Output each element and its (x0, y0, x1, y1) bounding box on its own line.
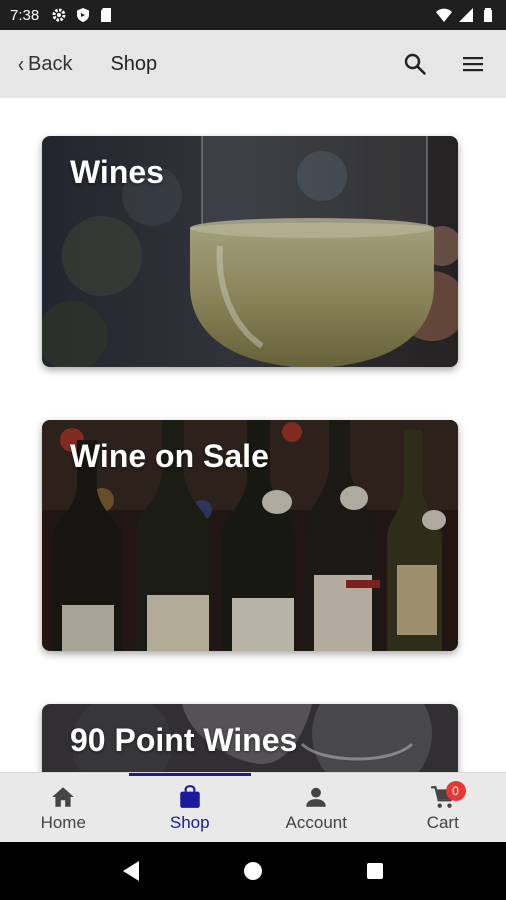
category-card-90-point-wines[interactable]: 90 Point Wines (42, 704, 458, 772)
cart-count-badge: 0 (445, 781, 466, 801)
category-label: Wines (70, 154, 164, 190)
shopping-bag-icon (176, 783, 204, 811)
category-label: 90 Point Wines (70, 722, 298, 758)
nav-item-shop[interactable]: Shop (127, 773, 254, 842)
back-label: Back (28, 52, 73, 75)
sd-card-icon (99, 7, 115, 23)
signal-icon (458, 7, 474, 23)
app-bar: ‹ Back Shop (0, 30, 506, 98)
category-list: Wines Wine on Sale 90 Point Wines (0, 98, 506, 772)
bottom-navigation: Home Shop Account 0 Cart (0, 772, 506, 842)
battery-icon (480, 7, 496, 23)
category-label: Wine on Sale (70, 438, 269, 474)
nav-label-home: Home (40, 812, 86, 832)
system-recents-icon[interactable] (360, 856, 390, 886)
page-title: Shop (110, 52, 158, 75)
category-card-wines[interactable]: Wines (42, 136, 458, 367)
status-icons-left (51, 7, 115, 23)
status-time: 7:38 (10, 6, 40, 24)
shield-icon (75, 7, 91, 23)
nav-label-cart: Cart (426, 812, 459, 832)
settings-icon (51, 7, 67, 23)
system-home-icon[interactable] (238, 856, 268, 886)
back-button[interactable]: ‹ Back (18, 50, 73, 77)
wifi-icon (436, 7, 452, 23)
status-icons-right (436, 7, 496, 23)
search-icon[interactable] (402, 51, 428, 77)
category-card-wine-on-sale[interactable]: Wine on Sale (42, 420, 458, 651)
system-navigation-bar (0, 842, 506, 900)
nav-item-cart[interactable]: 0 Cart (380, 773, 506, 842)
home-icon (49, 783, 77, 811)
nav-label-account: Account (285, 812, 347, 832)
nav-label-shop: Shop (169, 812, 210, 832)
system-back-icon[interactable] (116, 856, 146, 886)
nav-item-home[interactable]: Home (0, 773, 127, 842)
app-bar-actions (402, 51, 486, 77)
account-icon (302, 783, 330, 811)
nav-item-account[interactable]: Account (253, 773, 380, 842)
menu-icon[interactable] (460, 51, 486, 77)
active-tab-indicator (128, 773, 251, 776)
status-bar: 7:38 (0, 0, 506, 30)
chevron-left-icon: ‹ (18, 50, 24, 77)
